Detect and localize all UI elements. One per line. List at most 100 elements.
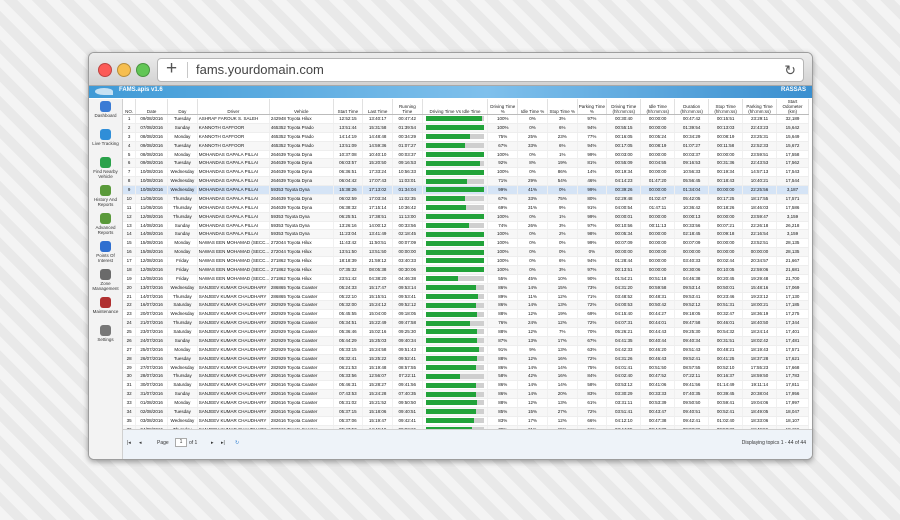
table-row[interactable]: 27 25/07/2016 Monday SANJEEV KUMAR CHAUDHAR…: [123, 345, 809, 355]
table-row[interactable]: 26 24/07/2016 Sunday SANJEEV KUMAR CHAUDHAR…: [123, 336, 809, 346]
table-row[interactable]: 2 07/08/2016 Sunday KANNOTH GAFFOOR 465352 T…: [123, 123, 809, 133]
column-header[interactable]: Idle Time %: [517, 99, 548, 115]
driving-idle-bar: [422, 292, 489, 302]
close-window-button[interactable]: [98, 63, 112, 77]
column-header[interactable]: NO.: [123, 99, 137, 115]
table-cell: 09:53:41: [674, 292, 710, 302]
table-row[interactable]: 19 12/08/2016 Friday NAWAS EEN MOHAMAD (SEC…: [123, 274, 809, 284]
table-row[interactable]: 6 09/08/2016 Tuesday MOHANDAS GAPALA PILLAI…: [123, 158, 809, 169]
column-header[interactable]: Stop Time (hh:mm:ss): [708, 99, 744, 115]
column-header[interactable]: Date: [135, 99, 169, 115]
table-row[interactable]: 16 15/08/2016 Monday NAWAS EEN MOHAMAD (SEC…: [123, 247, 809, 257]
sidebar-item-8[interactable]: Settings: [89, 323, 122, 351]
sidebar-item-6[interactable]: Zone Management: [89, 267, 122, 295]
table-row[interactable]: 23 20/07/2016 Wednesday SANJEEV KUMAR CHAUD…: [123, 309, 809, 320]
column-header[interactable]: Driving Time %: [487, 99, 519, 115]
table-cell: 15:22:49: [362, 318, 393, 328]
table-cell: 17,069: [776, 283, 809, 293]
sidebar-item-4[interactable]: Advanced Reports: [89, 211, 122, 239]
table-row[interactable]: 15 15/08/2016 Monday NAWAS EEN MOHAMAD (SEC…: [123, 238, 809, 249]
table-row[interactable]: 4 09/08/2016 Tuesday KANNOTH GAFFOOR 465352 …: [123, 141, 809, 151]
maximize-window-button[interactable]: [136, 63, 150, 77]
table-row[interactable]: 31 30/07/2016 Saturday SANJEEV KUMAR CHAUDH…: [123, 380, 809, 391]
table-cell: 282929 Toyota Coaster: [269, 327, 334, 337]
last-page-icon[interactable]: ▸|: [221, 440, 225, 446]
table-row[interactable]: 13 14/08/2016 Sunday MOHANDAS GAPALA PILLAI…: [123, 221, 809, 231]
table-cell: 15: [123, 238, 137, 249]
sidebar-item-7[interactable]: Maintenance: [89, 295, 122, 323]
column-header[interactable]: Idle Time (hh:mm:ss): [640, 99, 676, 115]
table-row[interactable]: 9 10/08/2016 Wednesday MOHANDAS GAPALA PILL…: [123, 185, 809, 195]
refresh-icon[interactable]: ↻: [235, 440, 239, 446]
table-row[interactable]: 25 23/07/2016 Saturday SANJEEV KUMAR CHAUDH…: [123, 327, 809, 337]
table-row[interactable]: 21 14/07/2016 Thursday SANJEEV KUMAR CHAUDH…: [123, 292, 809, 302]
table-cell: KANNOTH GAFFOOR: [197, 132, 270, 142]
table-cell: 17,668: [776, 363, 809, 373]
next-page-icon[interactable]: ▸: [211, 440, 214, 446]
table-cell: Sunday: [167, 229, 198, 240]
table-row[interactable]: 3 08/08/2016 Monday KANNOTH GAFFOOR 465352 T…: [123, 132, 809, 142]
page-input[interactable]: 1: [175, 438, 187, 447]
column-header[interactable]: Driving Time (hh:mm:ss): [606, 99, 642, 115]
table-cell: 11%: [517, 292, 548, 302]
column-header[interactable]: Driver: [197, 99, 270, 115]
minimize-window-button[interactable]: [117, 63, 131, 77]
table-row[interactable]: 12 12/08/2016 Thursday MOHANDAS GAPALA PILL…: [123, 212, 809, 222]
table-row[interactable]: 22 16/07/2016 Saturday SANJEEV KUMAR CHAUDH…: [123, 300, 809, 311]
address-bar[interactable]: + fams.yourdomain.com ↻: [157, 58, 804, 82]
column-header[interactable]: Parking Time %: [577, 99, 608, 115]
table-cell: 11:50:51: [362, 238, 393, 249]
sidebar-item-0[interactable]: Dashboard: [89, 99, 122, 127]
table-row[interactable]: 18 12/08/2016 Friday NAWAS EEN MOHAMAD (SEC…: [123, 265, 809, 275]
table-cell: 00:03:00: [606, 150, 642, 160]
table-cell: Thursday: [167, 318, 198, 328]
report-grid: NO. Date Day Driver Vehicle Start Time Last Ti…: [123, 99, 812, 430]
table-row[interactable]: 33 01/08/2016 Monday SANJEEV KUMAR CHAUDHAR…: [123, 398, 809, 408]
url-text[interactable]: fams.yourdomain.com: [196, 59, 324, 81]
column-header[interactable]: Start Time: [333, 99, 364, 115]
table-row[interactable]: 28 26/07/2016 Tuesday SANJEEV KUMAR CHAUDHA…: [123, 354, 809, 364]
reload-icon[interactable]: ↻: [784, 59, 796, 81]
column-header[interactable]: Start Odometer (km): [776, 99, 809, 115]
table-cell: 465352 Toyota Prado: [269, 123, 334, 133]
user-name[interactable]: RASSAS: [781, 87, 806, 93]
table-row[interactable]: 30 28/07/2016 Thursday SANJEEV KUMAR CHAUDH…: [123, 371, 809, 382]
table-row[interactable]: 10 11/08/2016 Thursday MOHANDAS GAPALA PILL…: [123, 194, 809, 204]
table-cell: MOHANDAS GAPALA PILLAI: [197, 158, 270, 169]
table-row[interactable]: 1 09/08/2016 Tuesday ASHRAF FAROUK S. SALEH…: [123, 114, 809, 124]
sidebar-item-1[interactable]: Live Tracking: [89, 127, 122, 155]
table-row[interactable]: 35 03/08/2016 Wednesday SANJEEV KUMAR CHAUD…: [123, 416, 809, 426]
column-header[interactable]: Vehicle: [269, 99, 334, 115]
table-row[interactable]: 29 27/07/2016 Wednesday SANJEEV KUMAR CHAUD…: [123, 363, 809, 373]
column-header[interactable]: Duration (hh:mm:ss): [674, 99, 710, 115]
table-cell: 12:52:15: [333, 114, 364, 124]
sidebar-item-3[interactable]: History And Reports: [89, 183, 122, 211]
sidebar-item-2[interactable]: Find Nearby Vehicle: [89, 155, 122, 183]
column-header[interactable]: Day: [167, 99, 198, 115]
prev-page-icon[interactable]: ◂: [139, 440, 142, 446]
table-row[interactable]: 32 31/07/2016 Sunday SANJEEV KUMAR CHAUDHAR…: [123, 389, 809, 399]
column-header[interactable]: Driving Time Vs Idle Time: [422, 99, 489, 115]
sidebar-item-5[interactable]: Points Of Interest: [89, 239, 122, 267]
first-page-icon[interactable]: |◂: [127, 440, 131, 446]
table-row[interactable]: 17 12/08/2016 Friday NAWAS EEN MOHAMAD (SEC…: [123, 256, 809, 266]
table-row[interactable]: 24 21/07/2016 Thursday SANJEEV KUMAR CHAUDH…: [123, 318, 809, 328]
table-row[interactable]: 8 10/08/2016 Wednesday MOHANDAS GAPALA PILL…: [123, 176, 809, 186]
table-row[interactable]: 5 08/08/2016 Monday MOHANDAS GAPALA PILLAI 2…: [123, 150, 809, 160]
column-header[interactable]: Stop Time %: [547, 99, 578, 115]
table-row[interactable]: 11 11/08/2016 Thursday MOHANDAS GAPALA PILL…: [123, 203, 809, 213]
table-cell: 01:02:40: [708, 416, 744, 426]
table-row[interactable]: 20 13/07/2016 Wednesday SANJEEV KUMAR CHAUD…: [123, 283, 809, 293]
table-row[interactable]: 7 10/08/2016 Wednesday MOHANDAS GAPALA PILL…: [123, 167, 809, 178]
column-header[interactable]: Running Time: [392, 99, 423, 115]
column-header[interactable]: Last Time: [362, 99, 393, 115]
table-cell: 15:25:03: [362, 336, 393, 346]
table-row[interactable]: 34 02/08/2016 Tuesday SANJEEV KUMAR CHAUDHA…: [123, 407, 809, 417]
displaying-label: Displaying topics 1 - 44 of 44: [741, 440, 806, 446]
table-cell: Monday: [167, 150, 198, 160]
column-header[interactable]: Parking Time (hh:mm:ss): [742, 99, 778, 115]
table-cell: 71%: [577, 292, 608, 302]
table-row[interactable]: 14 14/08/2016 Sunday MOHANDAS GAPALA PILLAI…: [123, 229, 809, 240]
new-tab-icon[interactable]: +: [166, 58, 177, 80]
table-cell: 29%: [517, 176, 548, 186]
